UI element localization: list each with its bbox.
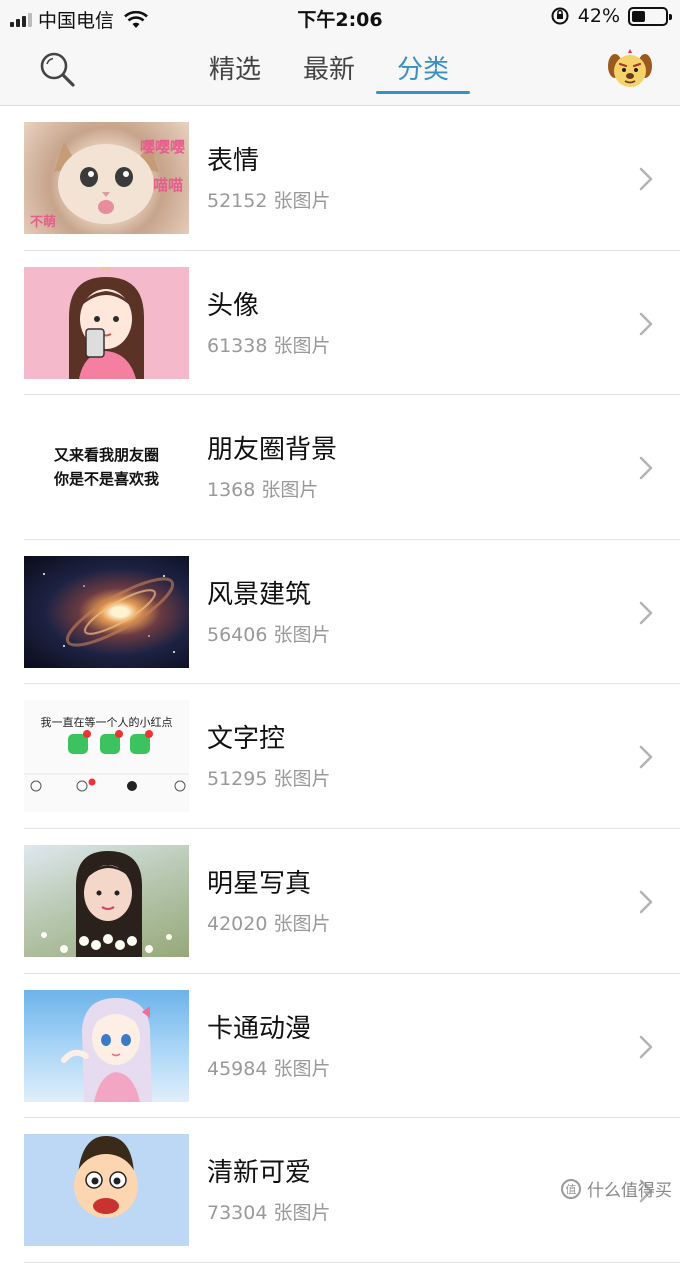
category-thumbnail: 嘤嘤嘤 喵喵 不萌: [24, 122, 189, 234]
thumb-caption: 又来看我朋友圈: [54, 443, 159, 467]
category-thumbnail: [24, 556, 189, 668]
status-right: 42%: [550, 5, 668, 27]
list-item[interactable]: 头像 61338 张图片: [24, 251, 680, 396]
category-thumbnail: [24, 845, 189, 957]
chevron-right-icon: [638, 600, 654, 626]
category-title: 卡通动漫: [207, 1008, 311, 1045]
avatar[interactable]: [606, 46, 654, 94]
thumb-caption: 嘤嘤嘤: [140, 136, 185, 157]
galaxy-image: [24, 556, 189, 668]
category-count: 56406 张图片: [207, 620, 330, 647]
chevron-right-icon: [638, 1034, 654, 1060]
category-title: 表情: [207, 140, 259, 177]
category-title: 风景建筑: [207, 574, 311, 611]
category-title: 头像: [207, 285, 259, 322]
chevron-right-icon: [638, 166, 654, 192]
category-title: 明星写真: [207, 863, 311, 900]
battery-percent: 42%: [578, 5, 620, 27]
watermark-text: 什么值得买: [587, 1176, 672, 1201]
category-thumbnail: [24, 267, 189, 379]
category-title: 朋友圈背景: [207, 429, 337, 466]
category-title: 清新可爱: [207, 1152, 311, 1189]
orientation-lock-icon: [550, 6, 570, 26]
list-item[interactable]: 我一直在等一个人的小红点 文字控 51295 张图片: [24, 684, 680, 829]
list-item[interactable]: 风景建筑 56406 张图片: [24, 540, 680, 685]
chevron-right-icon: [638, 311, 654, 337]
thumb-caption: 你是不是喜欢我: [54, 467, 159, 491]
girl-illustration: [24, 267, 189, 379]
thumb-caption: 不萌: [30, 211, 56, 230]
chevron-right-icon: [638, 744, 654, 770]
battery-icon: [628, 7, 668, 26]
category-thumbnail: 又来看我朋友圈 你是不是喜欢我: [24, 411, 189, 523]
category-count: 73304 张图片: [207, 1198, 330, 1225]
cartoon-boy-image: [24, 1134, 189, 1246]
thumb-caption: 喵喵: [153, 174, 183, 195]
anime-illustration: [24, 990, 189, 1102]
battery-level: [632, 11, 645, 22]
category-thumbnail: 我一直在等一个人的小红点: [24, 700, 189, 812]
category-count: 42020 张图片: [207, 909, 330, 936]
category-list: 嘤嘤嘤 喵喵 不萌 表情 52152 张图片 头像 61338 张图片: [0, 106, 680, 1263]
list-item[interactable]: 明星写真 42020 张图片: [24, 829, 680, 974]
tab-featured[interactable]: 精选: [188, 36, 282, 106]
category-count: 1368 张图片: [207, 475, 318, 502]
tab-categories[interactable]: 分类: [376, 36, 470, 106]
list-item[interactable]: 嘤嘤嘤 喵喵 不萌 表情 52152 张图片: [24, 106, 680, 251]
category-count: 51295 张图片: [207, 764, 330, 791]
category-count: 52152 张图片: [207, 186, 330, 213]
category-thumbnail: [24, 1134, 189, 1246]
chevron-right-icon: [638, 889, 654, 915]
category-count: 45984 张图片: [207, 1054, 330, 1081]
chevron-right-icon: [638, 455, 654, 481]
list-item[interactable]: 又来看我朋友圈 你是不是喜欢我 朋友圈背景 1368 张图片: [24, 395, 680, 540]
tab-latest[interactable]: 最新: [282, 36, 376, 106]
portrait-photo: [24, 845, 189, 957]
top-nav: 精选 最新 分类: [0, 36, 680, 106]
category-count: 61338 张图片: [207, 331, 330, 358]
watermark: 值 什么值得买: [561, 1176, 672, 1201]
thumb-caption: 我一直在等一个人的小红点: [24, 714, 189, 730]
tab-bar: 精选 最新 分类: [188, 36, 470, 106]
status-bar: 中国电信 下午2:06 42%: [0, 0, 680, 36]
category-title: 文字控: [207, 718, 285, 755]
search-icon[interactable]: [38, 50, 78, 90]
list-item[interactable]: 卡通动漫 45984 张图片: [24, 974, 680, 1119]
watermark-badge-icon: 值: [561, 1179, 581, 1199]
category-thumbnail: [24, 990, 189, 1102]
